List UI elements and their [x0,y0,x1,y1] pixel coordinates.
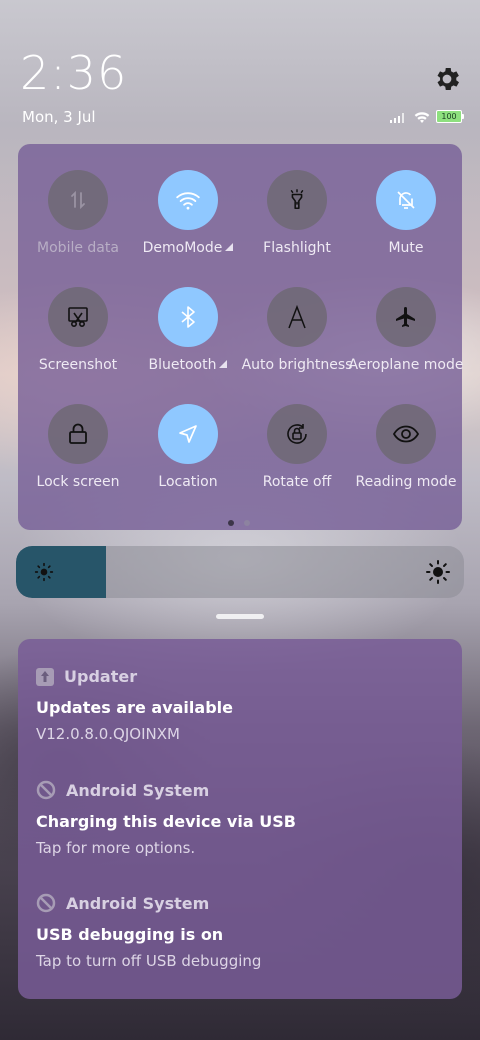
tile-screenshot[interactable]: Screenshot [18,287,138,373]
tile-label-text: Reading mode [355,474,457,490]
rotate-lock-icon [284,421,310,447]
tile-mute[interactable]: Mute [346,170,466,256]
tile-location[interactable]: Location [128,404,248,490]
notification-text: Tap for more options. [36,839,196,857]
date[interactable]: Mon, 3 Jul [22,108,96,126]
page-indicator [228,520,250,526]
screenshot-toggle[interactable] [48,287,108,347]
brightness-low-icon [34,562,54,582]
tile-label-text: Mobile data [37,240,119,256]
notification-app-row: Android System [36,893,446,913]
auto-brightness-toggle[interactable] [267,287,327,347]
aeroplane-toggle[interactable] [376,287,436,347]
tile-aeroplane[interactable]: Aeroplane mode [346,287,466,373]
bluetooth-icon [178,305,198,329]
rotate-toggle[interactable] [267,404,327,464]
tile-auto-brightness[interactable]: Auto brightness [237,287,357,373]
notification-app-name: Android System [66,780,210,800]
notification-app-row: Updater [36,667,446,686]
tile-label-text: Bluetooth [148,357,217,373]
tile-mobile-data[interactable]: Mobile data [18,170,138,256]
mute-toggle[interactable] [376,170,436,230]
android-system-icon [36,780,56,800]
notification-text: Tap to turn off USB debugging [36,952,262,970]
notification-title: Charging this device via USB [36,812,296,831]
notification-text: V12.0.8.0.QJOINXM [36,725,180,743]
tile-label-text: Mute [388,240,424,256]
tile-label-text: DemoMode [142,240,223,256]
mobile-data-toggle[interactable] [48,170,108,230]
tile-label-text: Flashlight [263,240,331,256]
wifi-status-icon [414,111,430,123]
lock-screen-toggle[interactable] [48,404,108,464]
battery-level: 100 [441,112,457,121]
tile-label: Bluetooth [128,357,248,373]
eye-icon [392,424,420,444]
tile-label: Flashlight [237,240,357,256]
reading-toggle[interactable] [376,404,436,464]
tile-label: Reading mode [346,474,466,490]
tile-bluetooth[interactable]: Bluetooth [128,287,248,373]
tile-reading[interactable]: Reading mode [346,404,466,490]
tile-label-text: Lock screen [36,474,120,490]
notification-app-name: Android System [66,893,210,913]
location-toggle[interactable] [158,404,218,464]
expand-arrow-icon[interactable] [219,360,228,368]
signal-icon [390,112,404,123]
notification-app-row: Android System [36,780,446,800]
mobile-data-icon [66,188,90,212]
updater-icon [36,667,54,686]
scissors-icon [66,305,90,329]
android-system-icon [36,893,56,913]
tile-label: Auto brightness [237,357,357,373]
brightness-level-fill [16,546,106,598]
tile-label: DemoMode [128,240,248,256]
wifi-icon [175,190,201,210]
clock[interactable]: 2:36 [20,46,127,100]
tile-label-text: Aeroplane mode [348,357,464,373]
brightness-high-icon [426,560,450,584]
status-icons: 100 [390,110,464,123]
page-dot [244,520,250,526]
battery-icon: 100 [436,110,464,123]
expand-arrow-icon[interactable] [225,243,234,251]
airplane-icon [394,305,418,329]
tile-rotate[interactable]: Rotate off [237,404,357,490]
flashlight-toggle[interactable] [267,170,327,230]
notification-title: USB debugging is on [36,925,224,944]
tile-label: Location [128,474,248,490]
bluetooth-toggle[interactable] [158,287,218,347]
notification-usb-debugging[interactable]: Android System USB debugging is on Tap t… [36,893,446,971]
notification-updater[interactable]: Updater Updates are available V12.0.8.0.… [36,667,446,743]
tile-label: Screenshot [18,357,138,373]
brightness-slider[interactable] [16,546,464,598]
tile-wifi[interactable]: DemoMode [128,170,248,256]
flashlight-icon [286,188,308,212]
tile-lock-screen[interactable]: Lock screen [18,404,138,490]
bell-off-icon [394,188,418,212]
wifi-toggle[interactable] [158,170,218,230]
notification-app-name: Updater [64,667,138,686]
lock-icon [67,422,89,446]
tile-label-text: Rotate off [262,474,332,490]
tile-label: Lock screen [18,474,138,490]
tile-label-text: Screenshot [38,357,118,373]
tile-label: Mobile data [18,240,138,256]
auto-brightness-icon [285,304,309,330]
page-dot-active [228,520,234,526]
tile-label-text: Location [158,474,218,490]
location-icon [176,422,200,446]
tile-label: Aeroplane mode [346,357,466,373]
tile-label: Mute [346,240,466,256]
tile-flashlight[interactable]: Flashlight [237,170,357,256]
gear-icon[interactable] [432,64,462,94]
tile-label-text: Auto brightness [241,357,353,373]
quick-settings-panel: Mobile data DemoMode Flashlight Mute Screens… [18,144,463,530]
notification-usb-charging[interactable]: Android System Charging this device via … [36,780,446,858]
tile-label: Rotate off [237,474,357,490]
notification-title: Updates are available [36,698,233,717]
notification-panel: Updater Updates are available V12.0.8.0.… [18,639,462,999]
drag-handle[interactable] [216,614,264,619]
